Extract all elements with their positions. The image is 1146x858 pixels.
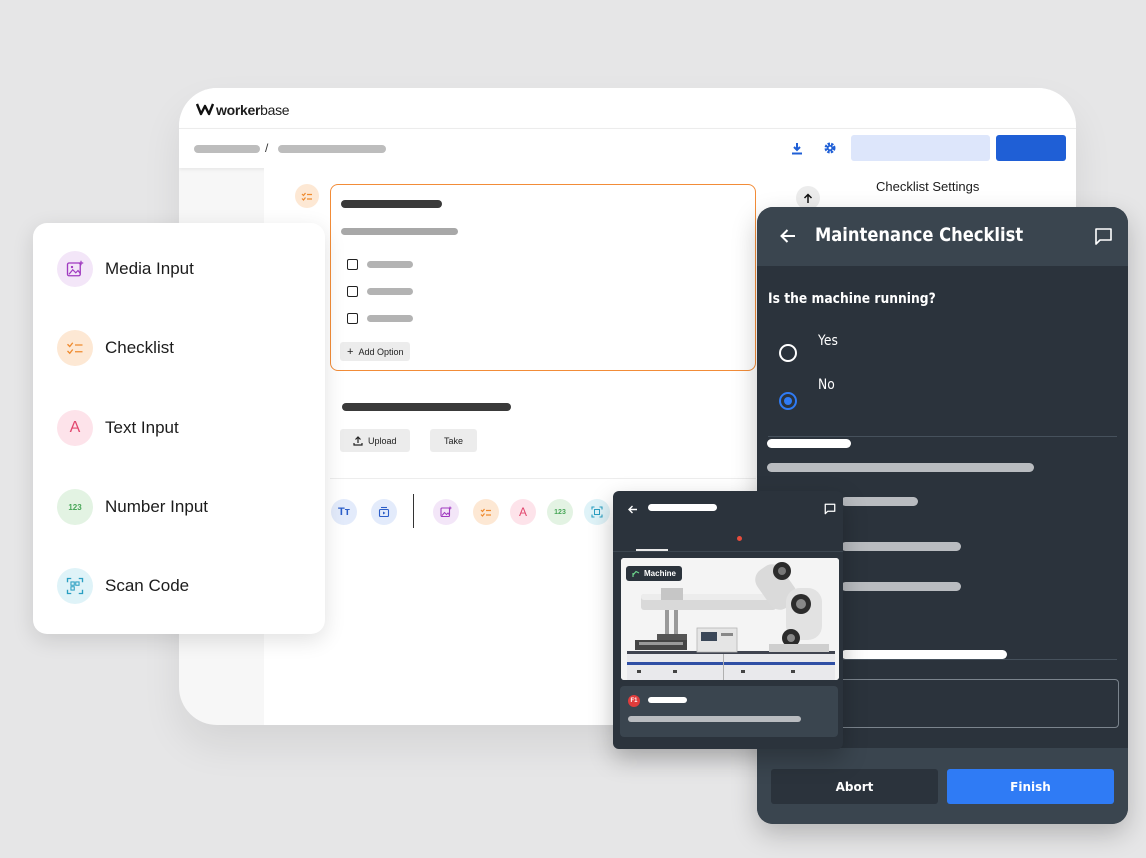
radio-yes[interactable] bbox=[779, 344, 797, 362]
field-title-placeholder bbox=[341, 200, 442, 208]
editor-topbar bbox=[179, 88, 1076, 128]
option-checkbox[interactable] bbox=[347, 259, 358, 270]
brand-logo: workerbase bbox=[216, 102, 290, 118]
checklist-field[interactable]: + Add Option bbox=[330, 184, 756, 371]
back-arrow-icon[interactable] bbox=[779, 227, 797, 250]
text-format-icon[interactable]: Tт bbox=[331, 499, 357, 525]
option-label bbox=[367, 315, 413, 322]
palette-item-number-input[interactable]: 123 Number Input bbox=[57, 489, 208, 525]
checklist-icon[interactable] bbox=[473, 499, 499, 525]
mini-title-placeholder bbox=[648, 504, 717, 511]
gear-icon[interactable] bbox=[822, 140, 838, 156]
checklist-field-icon bbox=[295, 184, 319, 208]
palette-item-label: Scan Code bbox=[105, 576, 190, 595]
field-type-palette: Media Input Checklist A Text Input 123 N… bbox=[33, 223, 325, 634]
section-title-placeholder bbox=[841, 650, 1007, 659]
machine-tag-label: Machine bbox=[644, 569, 677, 578]
palette-item-text-input[interactable]: A Text Input bbox=[57, 410, 179, 446]
abort-button[interactable]: Abort bbox=[771, 769, 938, 804]
mobile-title: Maintenance Checklist bbox=[815, 224, 1024, 246]
back-arrow-icon[interactable] bbox=[627, 502, 638, 520]
list-text-placeholder bbox=[841, 542, 961, 551]
media-icon[interactable] bbox=[371, 499, 397, 525]
primary-action-button[interactable] bbox=[996, 135, 1066, 161]
upload-button[interactable]: Upload bbox=[340, 429, 410, 452]
notification-dot bbox=[737, 536, 742, 541]
checklist-icon bbox=[57, 330, 93, 366]
step-title-placeholder bbox=[648, 697, 687, 703]
media-field-title-placeholder bbox=[342, 403, 511, 411]
radio-no-label: No bbox=[818, 377, 835, 393]
option-label bbox=[367, 288, 413, 295]
radio-yes-label: Yes bbox=[818, 333, 838, 349]
palette-item-label: Number Input bbox=[105, 497, 208, 516]
settings-title: Checklist Settings bbox=[876, 179, 980, 194]
toolbar-divider bbox=[413, 494, 414, 528]
download-icon[interactable] bbox=[789, 140, 805, 156]
divider bbox=[768, 436, 1117, 437]
mini-task-panel: Machine F1 bbox=[613, 491, 843, 749]
divider bbox=[613, 551, 843, 552]
step-badge: F1 bbox=[628, 695, 640, 707]
media-input-icon bbox=[57, 251, 93, 287]
take-label: Take bbox=[444, 435, 464, 446]
notes-input[interactable] bbox=[807, 679, 1119, 728]
comment-icon[interactable] bbox=[824, 502, 836, 520]
take-button[interactable]: Take bbox=[430, 429, 478, 452]
finish-button[interactable]: Finish bbox=[947, 769, 1114, 804]
list-text-placeholder bbox=[841, 497, 918, 506]
palette-item-label: Text Input bbox=[105, 418, 179, 437]
number-input-icon[interactable]: 123 bbox=[547, 499, 573, 525]
palette-item-label: Media Input bbox=[105, 259, 194, 278]
option-checkbox[interactable] bbox=[347, 313, 358, 324]
text-input-icon[interactable]: A bbox=[510, 499, 536, 525]
breadcrumb-separator: / bbox=[265, 141, 269, 155]
step-text-placeholder bbox=[628, 716, 801, 722]
palette-item-media-input[interactable]: Media Input bbox=[57, 251, 194, 287]
section-title-placeholder bbox=[767, 439, 851, 448]
radio-no[interactable] bbox=[779, 392, 797, 410]
text-input-icon: A bbox=[57, 410, 93, 446]
field-subtitle-placeholder bbox=[341, 228, 458, 235]
divider bbox=[330, 478, 756, 479]
secondary-action-button[interactable] bbox=[851, 135, 990, 161]
option-label bbox=[367, 261, 413, 268]
machine-icon bbox=[632, 570, 640, 577]
plus-icon: + bbox=[347, 345, 354, 358]
question-text: Is the machine running? bbox=[768, 291, 936, 307]
number-input-icon: 123 bbox=[57, 489, 93, 525]
breadcrumb-item[interactable] bbox=[194, 145, 260, 153]
step-card[interactable]: F1 bbox=[620, 686, 838, 737]
upload-label: Upload bbox=[368, 435, 397, 446]
scan-code-icon bbox=[57, 568, 93, 604]
comment-icon[interactable] bbox=[1094, 227, 1113, 251]
palette-item-scan-code[interactable]: Scan Code bbox=[57, 568, 189, 604]
list-text-placeholder bbox=[841, 582, 961, 591]
upload-icon bbox=[353, 435, 363, 446]
add-option-button[interactable]: + Add Option bbox=[340, 342, 411, 361]
add-option-label: Add Option bbox=[358, 346, 404, 357]
scan-code-icon[interactable] bbox=[584, 499, 610, 525]
machine-tag: Machine bbox=[626, 566, 683, 581]
palette-item-checklist[interactable]: Checklist bbox=[57, 330, 174, 366]
section-text-placeholder bbox=[767, 463, 1034, 472]
option-checkbox[interactable] bbox=[347, 286, 358, 297]
worker-logo-icon bbox=[195, 101, 215, 122]
breadcrumb-item[interactable] bbox=[278, 145, 386, 153]
palette-item-label: Checklist bbox=[105, 338, 174, 357]
media-input-icon[interactable] bbox=[433, 499, 459, 525]
